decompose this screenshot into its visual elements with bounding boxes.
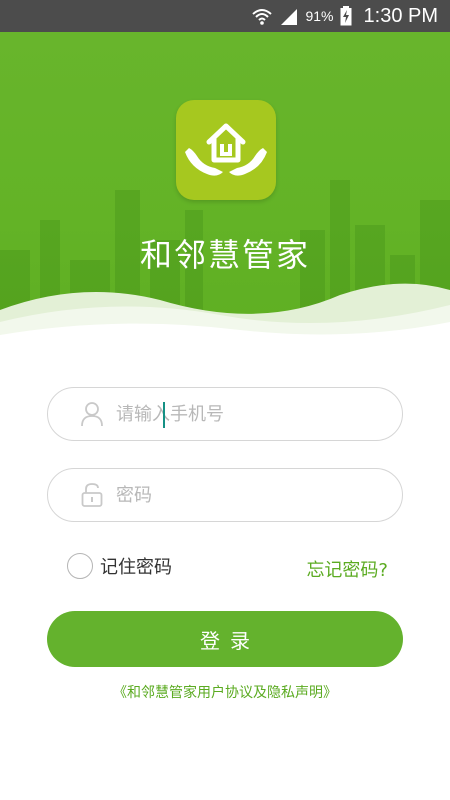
status-bar: 91% 1:30 PM [0,0,450,32]
user-agreement-link[interactable]: 《和邻慧管家用户协议及隐私声明》 [0,682,450,702]
battery-percent: 91% [305,8,334,24]
remember-checkbox[interactable] [67,553,93,579]
header-banner: 和邻慧管家 [0,32,450,350]
phone-field[interactable] [47,387,403,441]
wifi-icon [251,6,273,26]
battery-charging-icon [340,6,352,26]
text-cursor [163,402,165,428]
forgot-password-link[interactable]: 忘记密码? [306,556,388,582]
user-icon [80,402,104,427]
house-in-hands-icon [181,108,271,192]
remember-password[interactable]: 记住密码 [67,553,172,579]
signal-icon [279,7,299,25]
remember-label: 记住密码 [100,557,172,578]
status-time: 1:30 PM [363,4,438,27]
lock-icon [80,483,104,507]
password-input[interactable] [116,484,356,506]
login-button[interactable]: 登录 [47,611,403,667]
password-field[interactable] [47,468,403,522]
phone-input[interactable] [116,403,356,425]
app-logo [176,100,276,200]
wave-decoration [0,283,450,350]
